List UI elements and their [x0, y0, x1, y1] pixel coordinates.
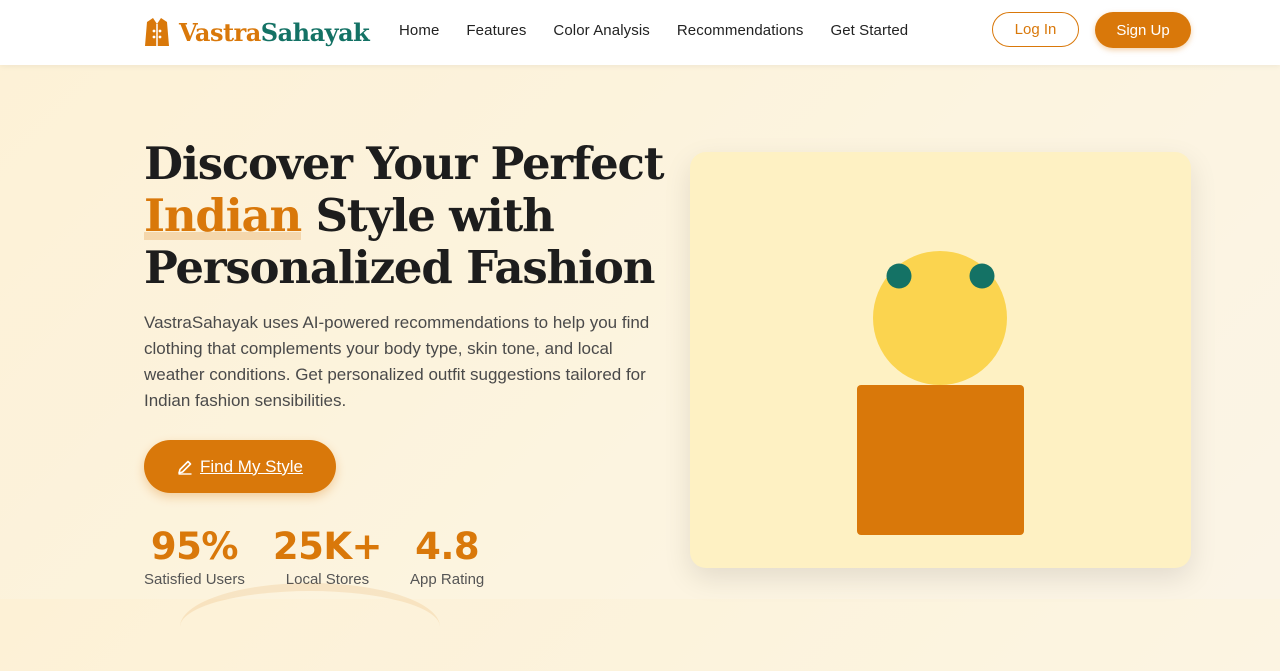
- brand-name-part1: Vastra: [179, 17, 261, 47]
- stat-local-stores: 25K+ Local Stores: [272, 525, 383, 588]
- hero-illustration-card: [690, 152, 1191, 568]
- vest-icon: [145, 18, 169, 46]
- stat-satisfied-users: 95% Satisfied Users: [144, 525, 245, 588]
- stat-label: Satisfied Users: [144, 571, 245, 588]
- brand-name-part2: Sahayak: [260, 17, 370, 47]
- brand-logo[interactable]: VastraSahayak: [143, 15, 370, 49]
- brand-name: VastraSahayak: [179, 17, 370, 47]
- hero-title: Discover Your Perfect Indian Style with Pe…: [144, 138, 664, 294]
- hero-title-line3: Personalized Fashion: [144, 241, 655, 294]
- nav-color-analysis[interactable]: Color Analysis: [553, 22, 649, 39]
- stat-value: 4.8: [415, 525, 480, 568]
- hero-title-line1: Discover Your Perfect: [144, 137, 664, 190]
- login-button[interactable]: Log In: [992, 12, 1079, 47]
- stat-label: App Rating: [410, 571, 485, 588]
- hero-description: VastraSahayak uses AI-powered recommenda…: [144, 313, 650, 410]
- stat-value: 95%: [150, 525, 239, 568]
- stats-row: 95% Satisfied Users 25K+ Local Stores 4.…: [144, 525, 512, 588]
- nav-home[interactable]: Home: [399, 22, 439, 39]
- hero-title-line2: Style with: [301, 189, 554, 242]
- nav-get-started[interactable]: Get Started: [830, 22, 908, 39]
- person-illustration: [857, 251, 1024, 535]
- site-header: VastraSahayak Home Features Color Analys…: [0, 0, 1280, 65]
- body-shape: [857, 385, 1024, 535]
- find-my-style-button[interactable]: Find My Style: [144, 440, 336, 493]
- decorative-arc: [180, 583, 440, 671]
- main-nav: Home Features Color Analysis Recommendat…: [399, 22, 935, 39]
- signup-button[interactable]: Sign Up: [1095, 12, 1191, 48]
- hero-title-highlight: Indian: [144, 189, 302, 242]
- nav-recommendations[interactable]: Recommendations: [677, 22, 804, 39]
- nav-features[interactable]: Features: [466, 22, 526, 39]
- left-eye: [886, 263, 912, 289]
- find-my-style-label: Find My Style: [200, 456, 303, 476]
- stat-value: 25K+: [272, 525, 383, 568]
- stat-app-rating: 4.8 App Rating: [410, 525, 484, 588]
- pencil-icon: [178, 460, 192, 475]
- right-eye: [969, 263, 995, 289]
